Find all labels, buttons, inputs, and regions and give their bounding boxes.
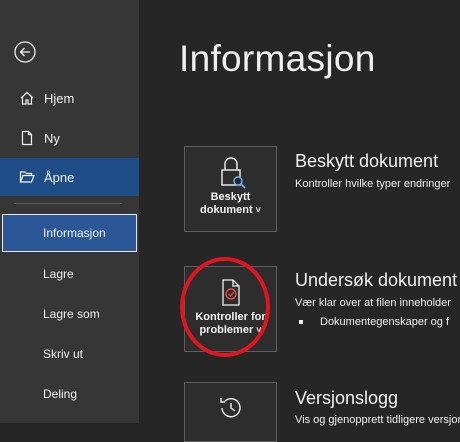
sidebar-divider	[14, 203, 122, 204]
sidebar-item-label: Lagre som	[43, 307, 100, 321]
history-icon	[219, 398, 241, 418]
tile-label: Kontroller for problemer ˅	[195, 311, 266, 336]
page-title: Informasjon	[179, 38, 376, 79]
sidebar-item-save-as[interactable]: Lagre som	[0, 295, 139, 333]
back-arrow-icon[interactable]	[14, 41, 36, 63]
sidebar-item-label: Hjem	[44, 90, 75, 106]
protect-document-button[interactable]: Beskytt dokument ˅	[184, 146, 277, 232]
sidebar-item-label: Skriv ut	[43, 347, 84, 361]
sidebar-item-label: Ny	[44, 130, 60, 146]
sidebar-item-info[interactable]: Informasjon	[2, 214, 137, 252]
sidebar-item-label: Lagre	[43, 267, 74, 281]
tile-label: Beskytt dokument ˅	[200, 191, 261, 216]
home-icon	[18, 89, 36, 107]
sidebar-item-share[interactable]: Deling	[0, 375, 139, 413]
section-description: Kontroller hvilke typer endringer	[295, 178, 451, 190]
backstage-sidebar: Hjem Ny Åpne Informasjon Lagre Lagre som…	[0, 0, 139, 423]
new-document-icon	[18, 129, 36, 147]
inspect-document-icon	[221, 279, 240, 306]
section-title: Beskytt dokument	[295, 151, 439, 171]
sidebar-item-home[interactable]: Hjem	[0, 79, 139, 117]
sidebar-item-open[interactable]: Åpne	[0, 158, 139, 196]
backstage-main: Informasjon Beskytt dokument ˅ Beskytt d…	[139, 0, 460, 442]
section-description: Vær klar over at filen inneholder	[295, 297, 451, 309]
section-title: Undersøk dokument	[295, 270, 458, 290]
version-history-button[interactable]	[184, 382, 277, 442]
bullet-icon	[299, 320, 303, 324]
sidebar-item-new[interactable]: Ny	[0, 119, 139, 157]
lock-icon	[220, 157, 246, 189]
folder-open-icon	[18, 168, 36, 186]
sidebar-item-label: Åpne	[44, 169, 75, 185]
list-item: Dokumentegenskaper og f	[299, 316, 449, 328]
section-title: Versjonslogg	[295, 388, 399, 408]
check-for-issues-button[interactable]: Kontroller for problemer ˅	[184, 266, 277, 352]
sidebar-item-label: Deling	[43, 387, 78, 401]
sidebar-item-label: Informasjon	[43, 226, 106, 240]
section-description: Vis og gjenopprett tidligere versjon	[295, 414, 460, 426]
sidebar-item-save[interactable]: Lagre	[0, 255, 139, 293]
sidebar-item-print[interactable]: Skriv ut	[0, 335, 139, 373]
